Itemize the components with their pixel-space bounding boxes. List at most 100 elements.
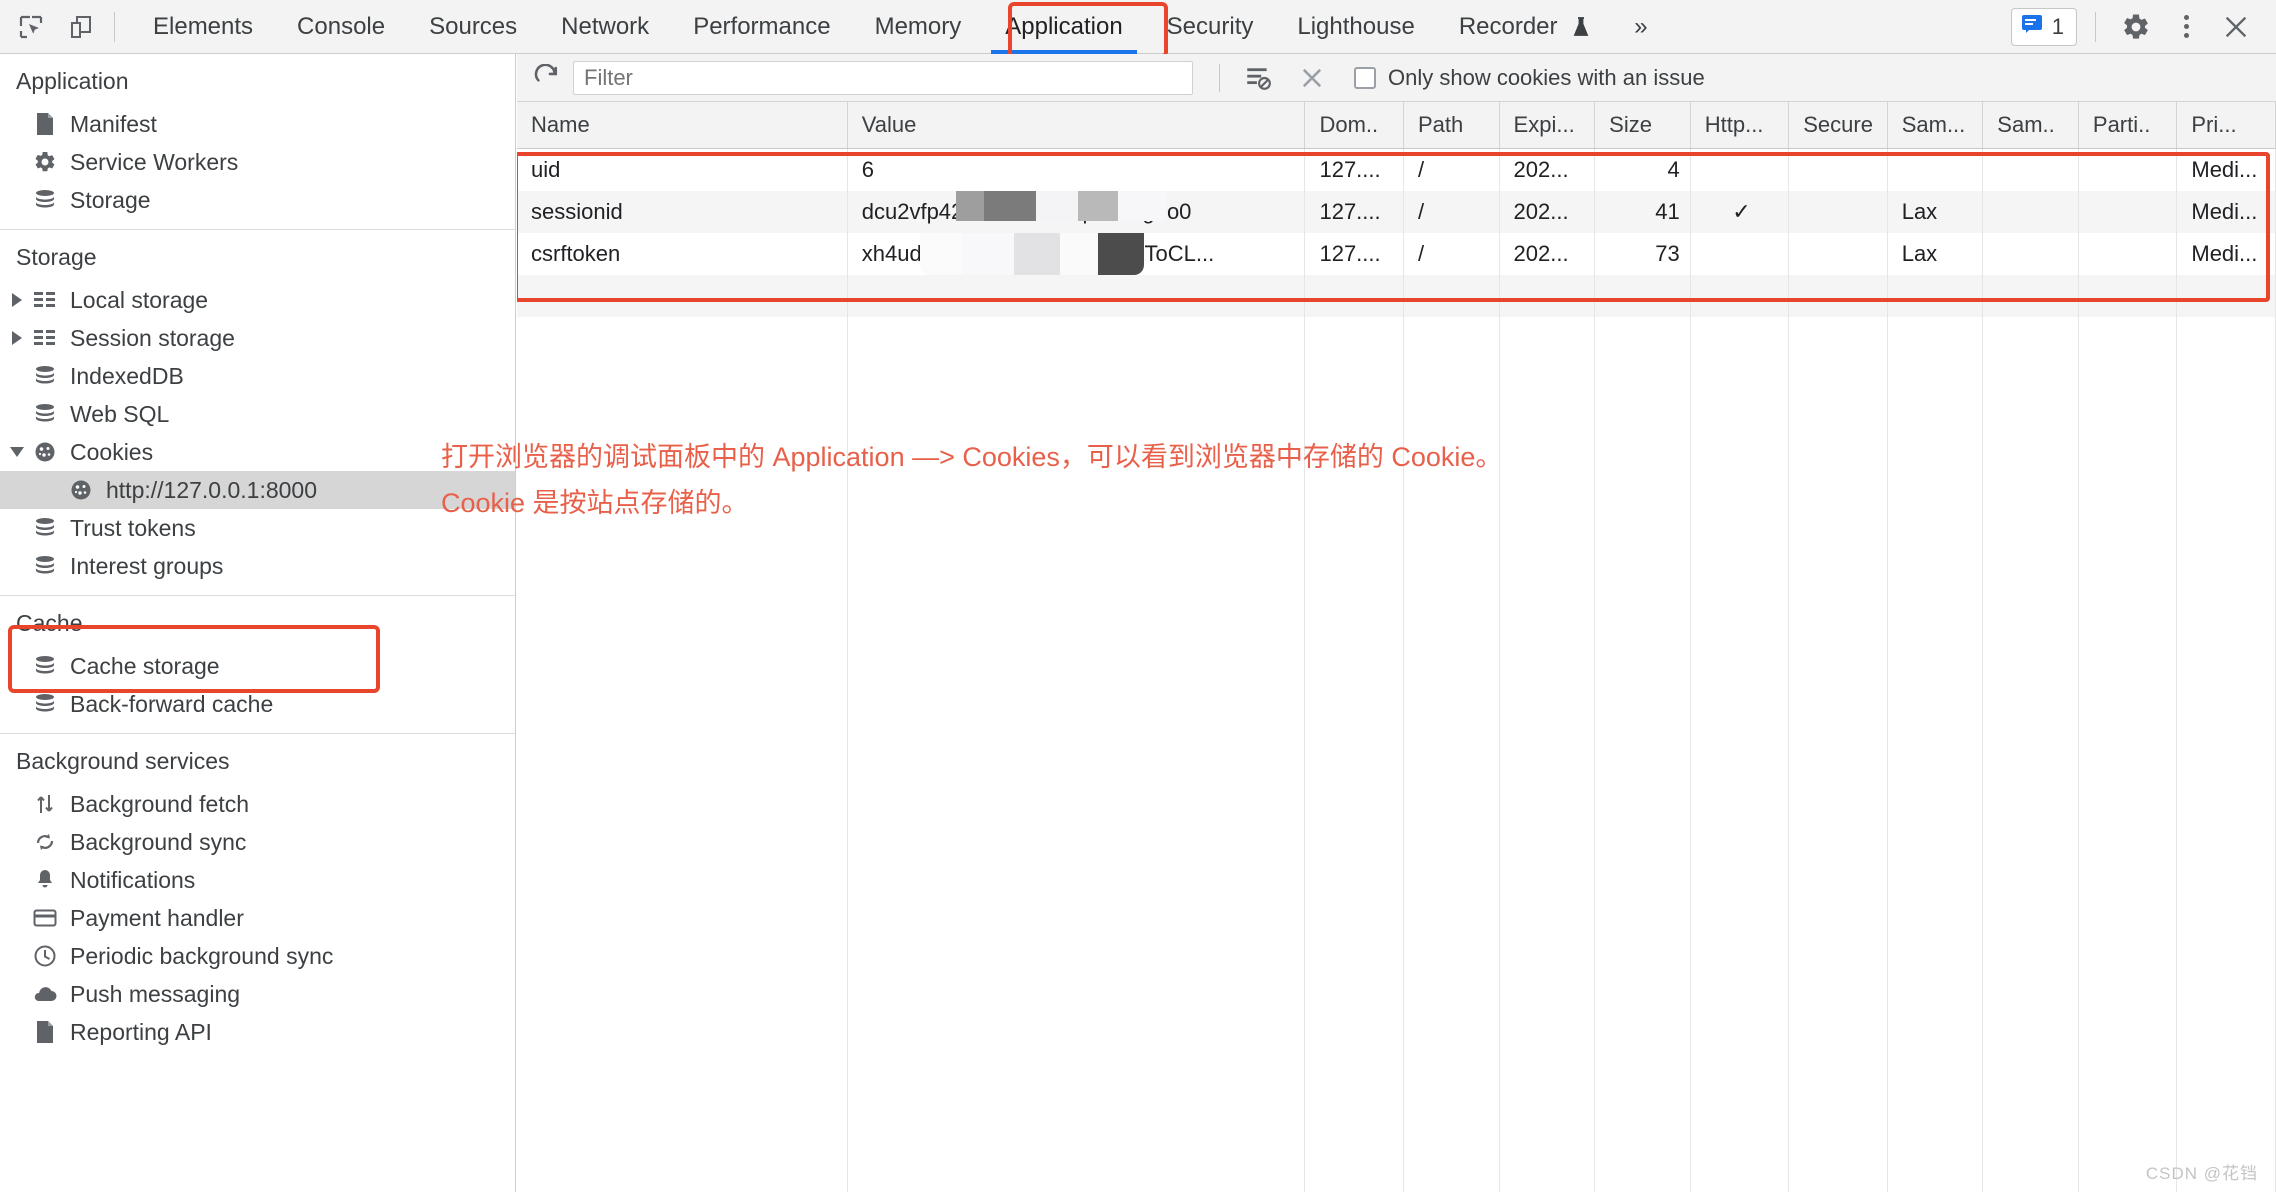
sidebar-item-label: Storage bbox=[70, 186, 151, 213]
cell-size: 41 bbox=[1594, 190, 1691, 233]
cookies-table-body: uid 6 127.... / 202... 4 Medi... session… bbox=[517, 148, 2276, 1192]
gear-icon[interactable] bbox=[2114, 5, 2158, 49]
tab-label: Console bbox=[297, 12, 386, 40]
tab-memory[interactable]: Memory bbox=[853, 0, 984, 54]
cell-httponly bbox=[1690, 148, 1790, 191]
cell-partition bbox=[2078, 232, 2178, 275]
tab-lighthouse[interactable]: Lighthouse bbox=[1275, 0, 1436, 54]
tab-elements[interactable]: Elements bbox=[131, 0, 275, 54]
cookies-table-container: Name Value Dom.. Path Expi... Size Http.… bbox=[517, 102, 2276, 1192]
inspect-element-icon[interactable] bbox=[14, 10, 48, 44]
only-show-issues-checkbox[interactable] bbox=[1354, 66, 1376, 89]
device-toolbar-icon[interactable] bbox=[64, 10, 98, 44]
sidebar-item-reporting-api[interactable]: Reporting API bbox=[0, 1013, 515, 1051]
manifest-file-icon bbox=[30, 1020, 60, 1044]
column-header-path[interactable]: Path bbox=[1403, 102, 1500, 149]
sidebar-item-label: Session storage bbox=[70, 324, 235, 351]
cookies-table-head: Name Value Dom.. Path Expi... Size Http.… bbox=[517, 102, 2276, 149]
sidebar-item-background-sync[interactable]: Background sync bbox=[0, 823, 515, 861]
tab-network[interactable]: Network bbox=[539, 0, 671, 54]
expand-arrow-down-icon[interactable] bbox=[6, 447, 28, 457]
section-title: Background services bbox=[16, 748, 230, 774]
table-row[interactable]: csrftoken xh4udM nHcMiToCL... 127.... / … bbox=[517, 232, 2276, 275]
toolbar-right-divider bbox=[2095, 11, 2096, 42]
sidebar-section-cache: Cache Cache storage Back-forward cache bbox=[0, 595, 515, 733]
sidebar-item-interest-groups[interactable]: Interest groups bbox=[0, 547, 515, 585]
toolbar-right-icons: 1 bbox=[2010, 5, 2276, 49]
tab-performance[interactable]: Performance bbox=[671, 0, 852, 54]
sidebar-item-push-messaging[interactable]: Push messaging bbox=[0, 975, 515, 1013]
tab-sources[interactable]: Sources bbox=[407, 0, 539, 54]
table-row[interactable]: uid 6 127.... / 202... 4 Medi... bbox=[517, 148, 2276, 191]
sidebar-item-periodic-background-sync[interactable]: Periodic background sync bbox=[0, 937, 515, 975]
tab-security[interactable]: Security bbox=[1145, 0, 1276, 54]
issues-icon bbox=[2020, 12, 2044, 41]
column-header-httponly[interactable]: Http... bbox=[1690, 102, 1790, 149]
sidebar-section-background-services: Background services Background fetch Bac… bbox=[0, 733, 515, 1061]
database-icon bbox=[30, 188, 60, 212]
table-row[interactable]: sessionid dcu2vfp42 ł7p04dvgho0 127.... … bbox=[517, 190, 2276, 233]
toolbar-divider bbox=[114, 11, 115, 42]
sidebar-item-cache-storage[interactable]: Cache storage bbox=[0, 647, 515, 685]
table-empty-row bbox=[517, 316, 2276, 359]
clear-filter-icon[interactable] bbox=[1238, 58, 1278, 98]
sidebar-item-trust-tokens[interactable]: Trust tokens bbox=[0, 509, 515, 547]
cell-domain: 127.... bbox=[1304, 232, 1404, 275]
issues-count: 1 bbox=[2051, 13, 2064, 39]
sidebar-item-local-storage[interactable]: Local storage bbox=[0, 281, 515, 319]
column-header-value[interactable]: Value bbox=[847, 102, 1306, 149]
only-show-issues-checkbox-row[interactable]: Only show cookies with an issue bbox=[1354, 65, 1705, 91]
sidebar-item-payment-handler[interactable]: Payment handler bbox=[0, 899, 515, 937]
column-header-size[interactable]: Size bbox=[1594, 102, 1691, 149]
tab-recorder[interactable]: Recorder bbox=[1437, 0, 1612, 54]
column-header-expires[interactable]: Expi... bbox=[1499, 102, 1596, 149]
expand-arrow-right-icon[interactable] bbox=[6, 293, 28, 307]
column-header-name[interactable]: Name bbox=[517, 102, 848, 149]
gear-icon bbox=[30, 150, 60, 174]
column-header-domain[interactable]: Dom.. bbox=[1304, 102, 1404, 149]
cell-path: / bbox=[1403, 232, 1500, 275]
tab-label: Sources bbox=[429, 12, 518, 40]
updown-arrows-icon bbox=[30, 792, 60, 816]
column-header-partition[interactable]: Parti.. bbox=[2078, 102, 2178, 149]
cell-expires: 202... bbox=[1499, 148, 1596, 191]
sidebar-item-background-fetch[interactable]: Background fetch bbox=[0, 785, 515, 823]
sidebar-item-indexeddb[interactable]: IndexedDB bbox=[0, 357, 515, 395]
cell-value: xh4udM nHcMiToCL... bbox=[847, 232, 1306, 275]
search-input[interactable] bbox=[573, 60, 1193, 95]
column-header-samesite[interactable]: Sam... bbox=[1887, 102, 1984, 149]
cell-size: 73 bbox=[1594, 232, 1691, 275]
sidebar-item-back-forward-cache[interactable]: Back-forward cache bbox=[0, 685, 515, 723]
database-icon bbox=[30, 654, 60, 678]
sidebar-item-web-sql[interactable]: Web SQL bbox=[0, 395, 515, 433]
sidebar-item-cookie-origin[interactable]: http://127.0.0.1:8000 bbox=[0, 471, 515, 509]
tab-label: Security bbox=[1166, 12, 1254, 40]
sidebar-item-session-storage[interactable]: Session storage bbox=[0, 319, 515, 357]
sidebar-item-storage[interactable]: Storage bbox=[0, 181, 515, 219]
expand-arrow-right-icon[interactable] bbox=[6, 331, 28, 345]
refresh-icon[interactable] bbox=[527, 58, 567, 98]
table-icon bbox=[30, 290, 60, 310]
sidebar-item-label: Back-forward cache bbox=[70, 690, 274, 717]
sidebar-item-label: Cookies bbox=[70, 438, 154, 465]
kebab-menu-icon[interactable] bbox=[2164, 5, 2208, 49]
column-header-samesite2[interactable]: Sam.. bbox=[1982, 102, 2079, 149]
sidebar-item-label: Cache storage bbox=[70, 652, 220, 679]
tab-application[interactable]: Application bbox=[983, 0, 1144, 54]
close-x-icon[interactable] bbox=[1292, 58, 1332, 98]
cell-secure bbox=[1788, 190, 1888, 233]
cell-priority: Medi... bbox=[2176, 148, 2276, 191]
sidebar-item-notifications[interactable]: Notifications bbox=[0, 861, 515, 899]
column-header-secure[interactable]: Secure bbox=[1788, 102, 1888, 149]
close-icon[interactable] bbox=[2214, 5, 2258, 49]
sidebar-item-service-workers[interactable]: Service Workers bbox=[0, 143, 515, 181]
more-tabs-button[interactable]: » bbox=[1612, 0, 1669, 54]
sidebar-item-label: Trust tokens bbox=[70, 514, 196, 541]
cell-partition bbox=[2078, 148, 2178, 191]
devtools-window: Elements Console Sources Network Perform… bbox=[0, 0, 2276, 1192]
tab-console[interactable]: Console bbox=[275, 0, 407, 54]
sidebar-item-cookies[interactable]: Cookies bbox=[0, 433, 515, 471]
column-header-priority[interactable]: Pri... bbox=[2176, 102, 2276, 149]
sidebar-item-manifest[interactable]: Manifest bbox=[0, 105, 515, 143]
issues-counter-button[interactable]: 1 bbox=[2010, 7, 2077, 46]
